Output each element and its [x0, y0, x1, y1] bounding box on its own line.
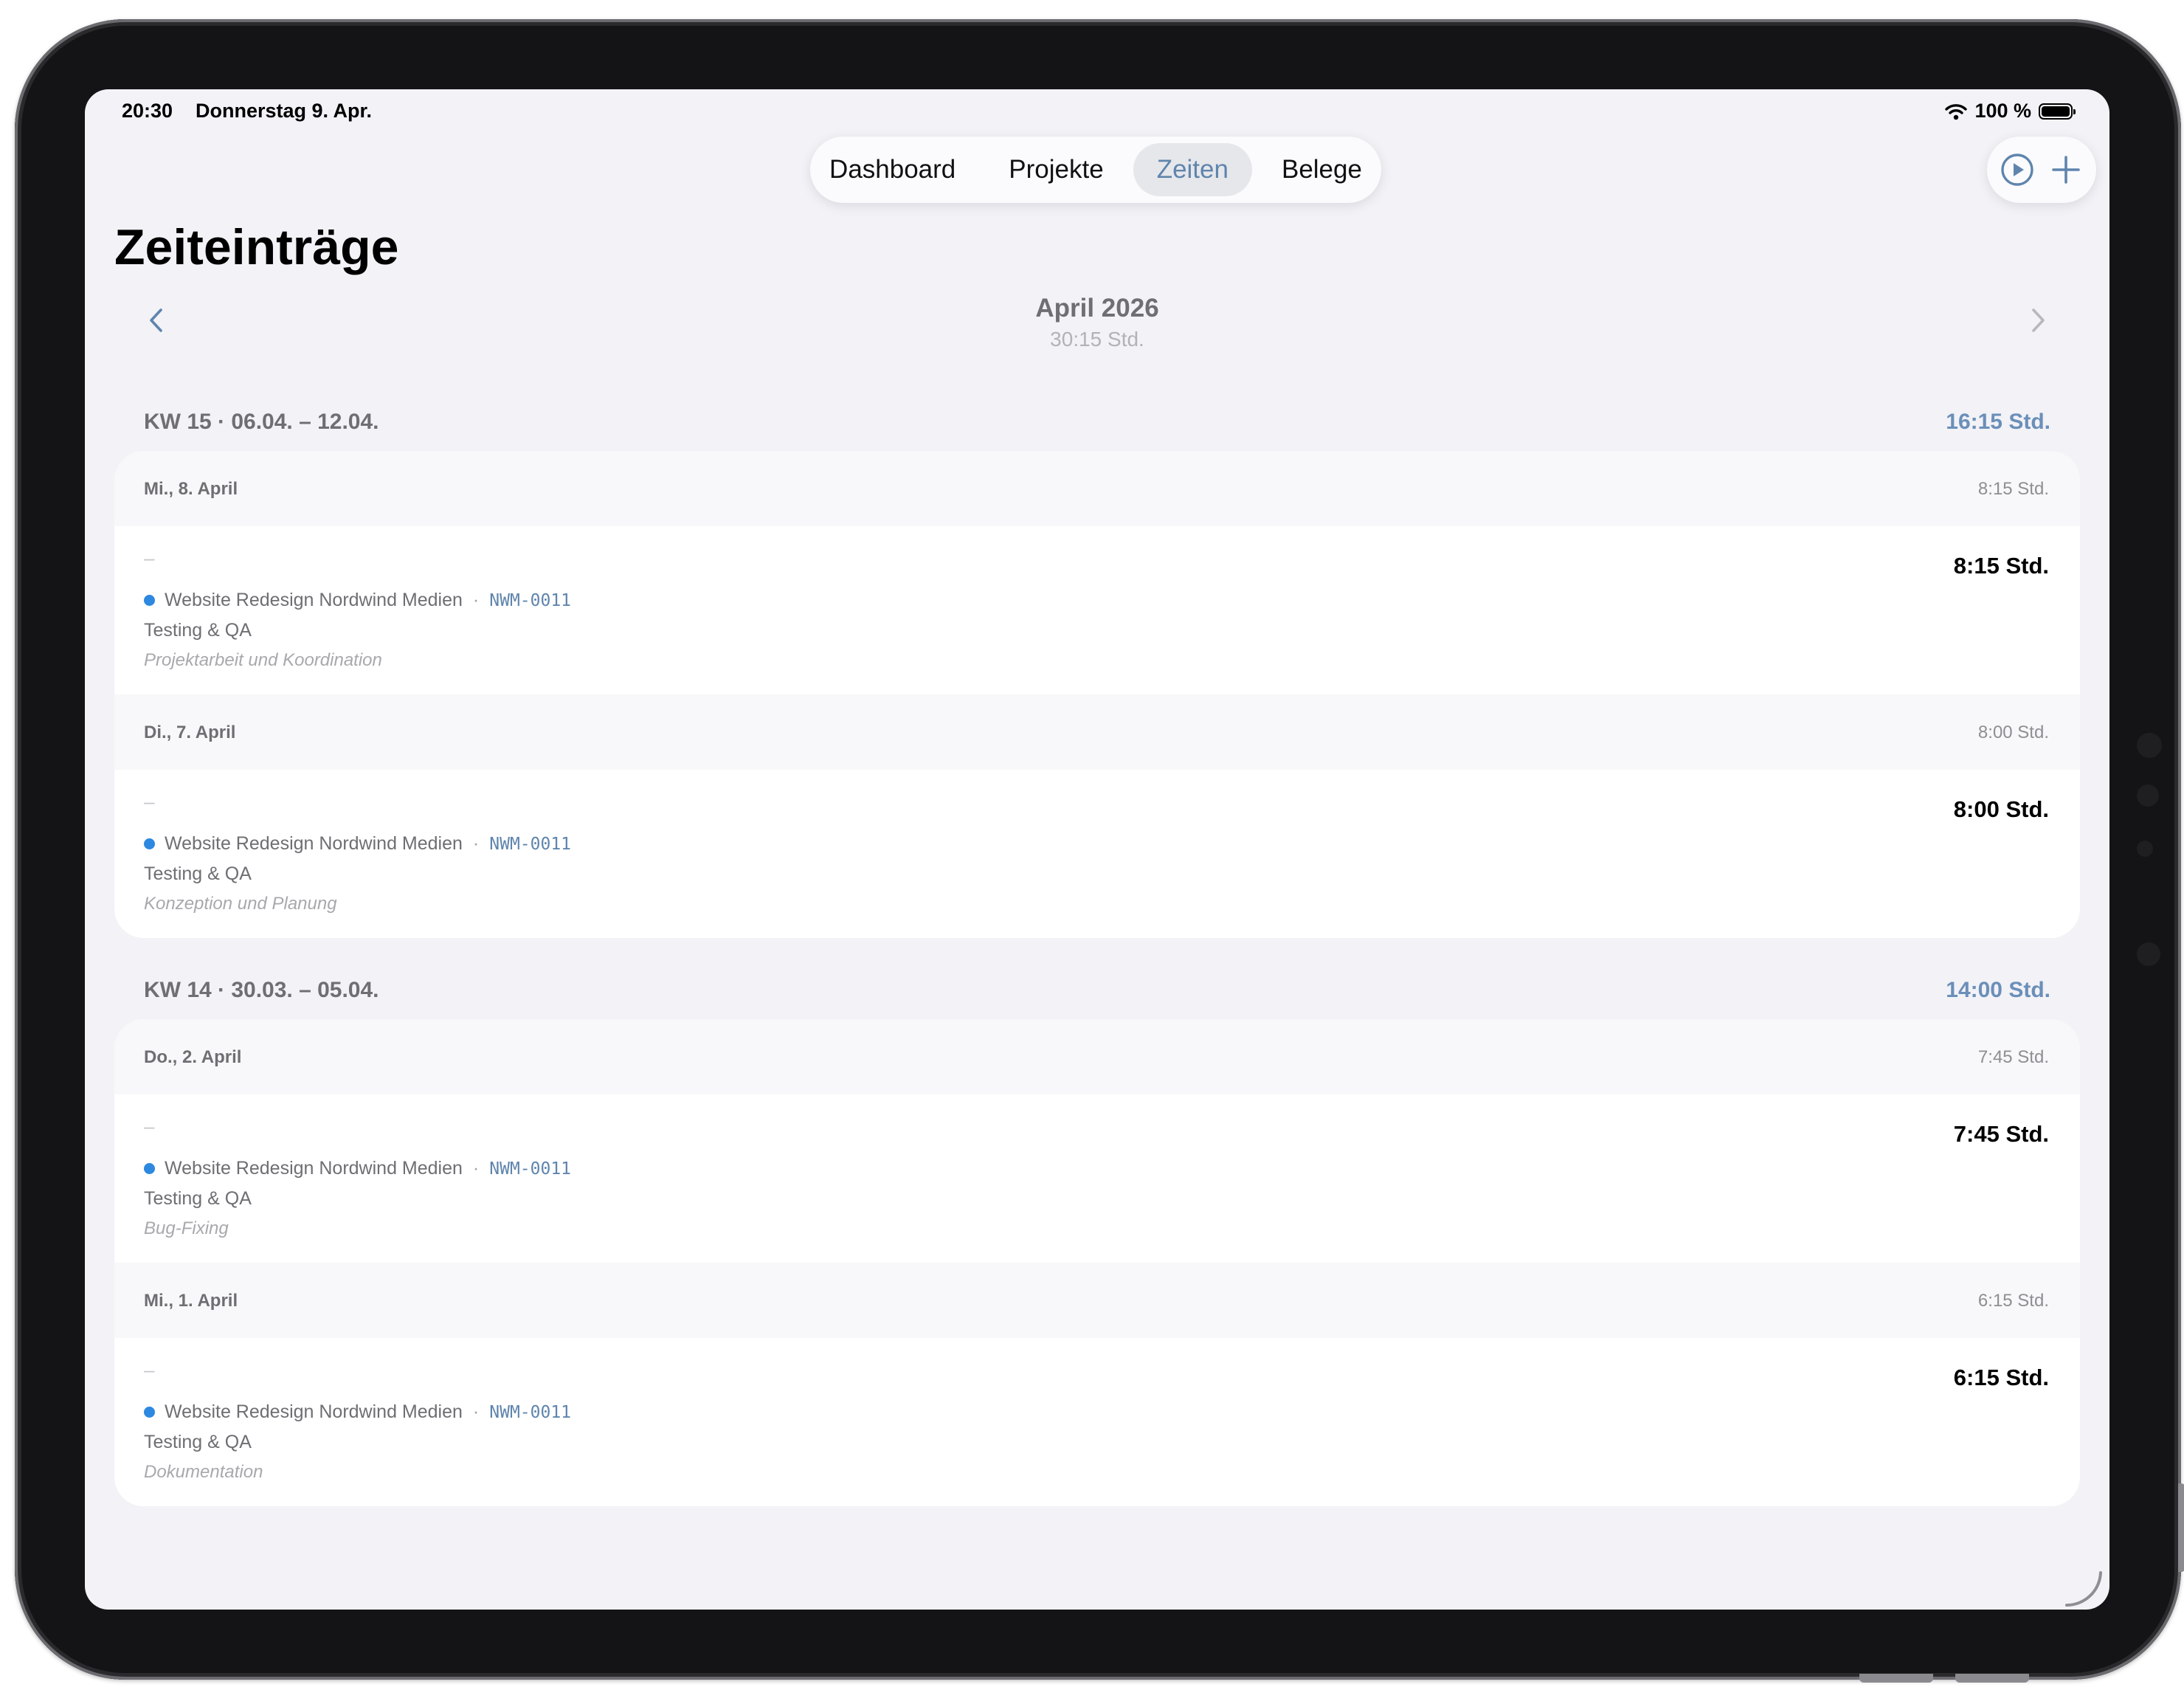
chevron-right-icon[interactable] — [2021, 304, 2053, 337]
entry-task: Testing & QA — [144, 1188, 252, 1209]
week-label: KW 15 · 06.04. – 12.04. — [144, 410, 379, 434]
week-header: KW 15 · 06.04. – 12.04. 16:15 Std. — [144, 410, 2050, 442]
separator: · — [472, 1158, 480, 1179]
status-time: 20:30 — [122, 100, 173, 122]
time-entry[interactable]: – Website Redesign Nordwind Medien · NWM… — [114, 1338, 2080, 1506]
entry-description: – — [144, 1359, 155, 1381]
entry-duration: 7:45 Std. — [1953, 1121, 2049, 1147]
separator: · — [472, 833, 480, 854]
entry-project: Website Redesign Nordwind Medien · NWM-0… — [144, 833, 571, 855]
day-header: Di., 7. April 8:00 Std. — [114, 694, 2080, 770]
hardware-button — [1859, 1674, 1933, 1683]
day-header: Do., 2. April 7:45 Std. — [114, 1019, 2080, 1094]
project-name: Website Redesign Nordwind Medien — [165, 1401, 463, 1422]
entry-project: Website Redesign Nordwind Medien · NWM-0… — [144, 1158, 571, 1179]
day-total: 7:45 Std. — [1977, 1047, 2049, 1067]
tab-bar: Dashboard Projekte Zeiten Belege — [810, 137, 1381, 203]
status-indicators: 100 % — [1945, 100, 2076, 123]
month-title: April 2026 — [1035, 294, 1159, 323]
camera-sensor — [2137, 733, 2162, 758]
month-navigator: April 2026 30:15 Std. — [114, 294, 2080, 353]
time-entry[interactable]: – Website Redesign Nordwind Medien · NWM… — [114, 770, 2080, 938]
entry-description: – — [144, 547, 155, 569]
camera-sensor — [2137, 784, 2159, 807]
toolbar-actions — [1987, 137, 2096, 203]
entry-description: – — [144, 1115, 155, 1137]
camera-sensor — [2137, 942, 2160, 966]
entry-duration: 6:15 Std. — [1953, 1365, 2049, 1390]
week-label: KW 14 · 30.03. – 05.04. — [144, 978, 379, 1002]
hardware-button — [2178, 1483, 2184, 1572]
week-card: Do., 2. April 7:45 Std. – Website Redesi… — [114, 1019, 2080, 1506]
entry-duration: 8:00 Std. — [1953, 796, 2049, 822]
day-total: 8:00 Std. — [1977, 722, 2049, 742]
play-circle-icon[interactable] — [2000, 153, 2034, 187]
day-total: 8:15 Std. — [1977, 479, 2049, 499]
camera-sensor — [2137, 841, 2153, 857]
battery-icon — [2039, 103, 2076, 120]
day-label: Do., 2. April — [144, 1047, 242, 1067]
project-name: Website Redesign Nordwind Medien — [165, 1158, 463, 1179]
tab-belege[interactable]: Belege — [1258, 143, 1386, 196]
separator: · — [472, 590, 480, 610]
wifi-icon — [1945, 103, 1968, 120]
project-code: NWM-0011 — [489, 834, 572, 854]
status-date: Donnerstag 9. Apr. — [196, 100, 373, 122]
entry-project: Website Redesign Nordwind Medien · NWM-0… — [144, 1401, 571, 1423]
tab-dashboard[interactable]: Dashboard — [806, 143, 979, 196]
week-card: Mi., 8. April 8:15 Std. – Website Redesi… — [114, 451, 2080, 938]
month-total: 30:15 Std. — [1050, 328, 1144, 351]
day-label: Mi., 1. April — [144, 1291, 238, 1311]
plus-icon[interactable] — [2049, 153, 2083, 187]
project-color-dot — [144, 1407, 155, 1418]
project-name: Website Redesign Nordwind Medien — [165, 590, 463, 610]
day-header: Mi., 1. April 6:15 Std. — [114, 1263, 2080, 1338]
project-name: Website Redesign Nordwind Medien — [165, 833, 463, 854]
week-header: KW 14 · 30.03. – 05.04. 14:00 Std. — [144, 978, 2050, 1010]
time-entry[interactable]: – Website Redesign Nordwind Medien · NWM… — [114, 1094, 2080, 1263]
week-total: 16:15 Std. — [1946, 410, 2050, 434]
entry-project: Website Redesign Nordwind Medien · NWM-0… — [144, 590, 571, 611]
project-color-dot — [144, 595, 155, 606]
entry-description: – — [144, 790, 155, 813]
tab-projekte[interactable]: Projekte — [985, 143, 1127, 196]
day-total: 6:15 Std. — [1977, 1291, 2049, 1311]
entry-task: Testing & QA — [144, 1432, 252, 1452]
project-color-dot — [144, 1163, 155, 1174]
entry-task: Testing & QA — [144, 863, 252, 884]
page-title: Zeiteinträge — [114, 219, 399, 275]
battery-percent: 100 % — [1974, 100, 2031, 122]
hardware-button — [1955, 1674, 2029, 1683]
day-header: Mi., 8. April 8:15 Std. — [114, 451, 2080, 526]
project-code: NWM-0011 — [489, 1159, 572, 1179]
entry-note: Projektarbeit und Koordination — [144, 650, 382, 670]
project-color-dot — [144, 838, 155, 849]
day-label: Di., 7. April — [144, 722, 236, 742]
entry-note: Dokumentation — [144, 1462, 263, 1482]
status-bar: 20:30 Donnerstag 9. Apr. 100 % — [122, 100, 2076, 126]
entry-note: Konzeption und Planung — [144, 894, 337, 914]
entry-task: Testing & QA — [144, 620, 252, 641]
tab-zeiten[interactable]: Zeiten — [1133, 143, 1252, 196]
entry-note: Bug-Fixing — [144, 1218, 229, 1238]
app-screen: 20:30 Donnerstag 9. Apr. 100 % Dashboard… — [85, 89, 2109, 1610]
window-resize-handle[interactable] — [2062, 1565, 2107, 1610]
separator: · — [472, 1401, 480, 1422]
entry-duration: 8:15 Std. — [1953, 553, 2049, 579]
project-code: NWM-0011 — [489, 590, 572, 610]
day-label: Mi., 8. April — [144, 479, 238, 499]
time-entry[interactable]: – Website Redesign Nordwind Medien · NWM… — [114, 526, 2080, 694]
week-total: 14:00 Std. — [1946, 978, 2050, 1002]
project-code: NWM-0011 — [489, 1402, 572, 1422]
